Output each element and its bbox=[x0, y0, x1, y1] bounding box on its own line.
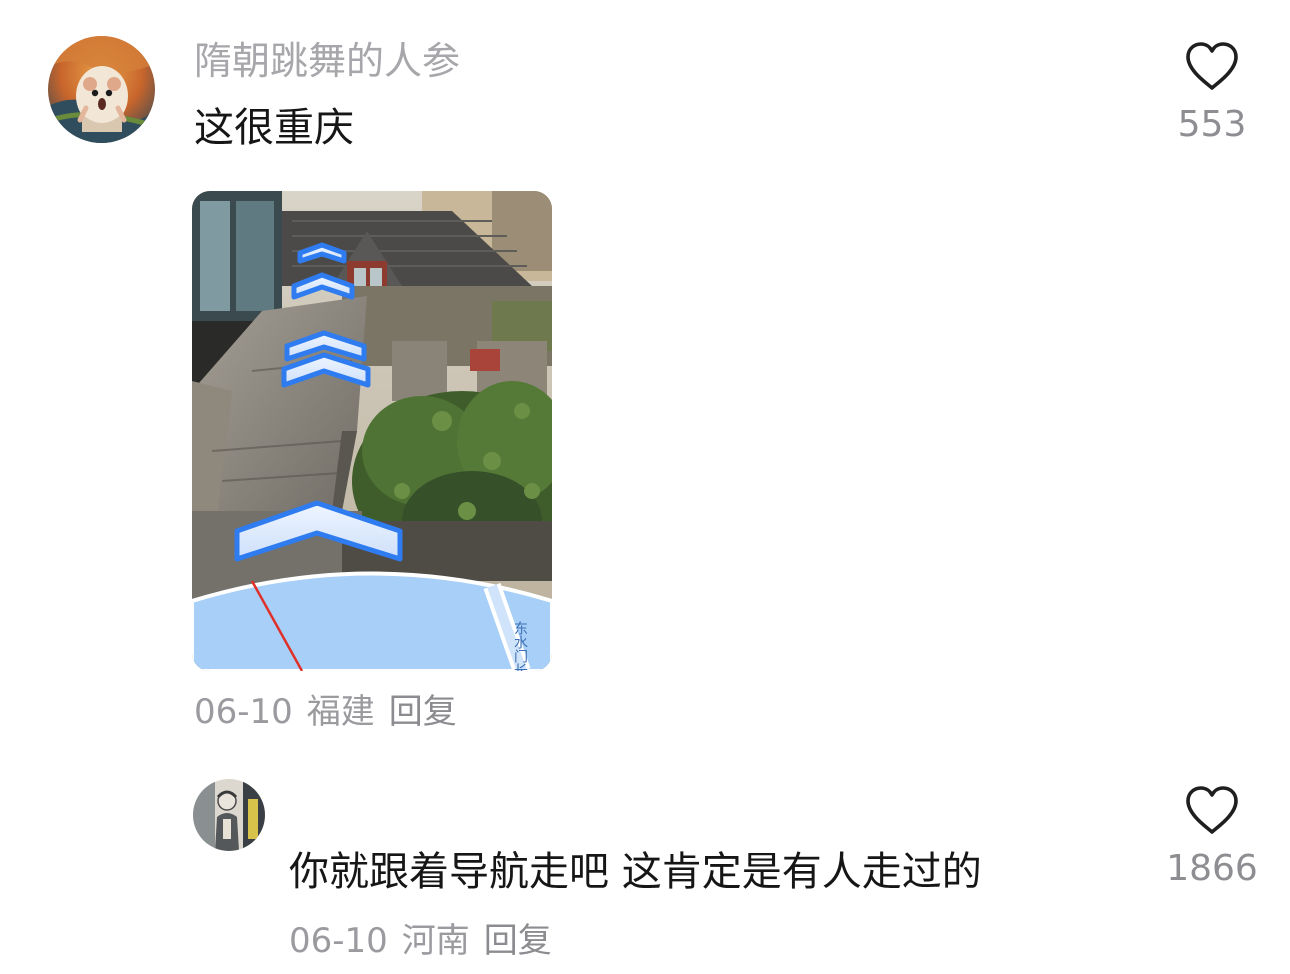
comment-date: 06-10 bbox=[194, 692, 293, 732]
heart-icon bbox=[1186, 42, 1238, 90]
comment-meta: 06-10 河南 回复 bbox=[289, 919, 566, 963]
like-button[interactable]: 553 bbox=[1157, 40, 1267, 148]
hamster-scream-avatar-icon bbox=[48, 36, 155, 143]
comment-text: 你就跟着导航走吧 这肯定是有人走过的 bbox=[289, 849, 982, 895]
comment-location: 河南 bbox=[401, 921, 470, 961]
username[interactable]: 隋朝跳舞的人参 bbox=[194, 36, 460, 86]
illustrated-person-avatar-icon bbox=[193, 779, 265, 851]
like-button[interactable]: 1866 bbox=[1157, 784, 1267, 892]
map-street-label: 东水门长江 bbox=[512, 621, 528, 671]
comment-date: 06-10 bbox=[289, 921, 388, 961]
user-avatar[interactable] bbox=[48, 36, 155, 143]
comment-text: 这很重庆 bbox=[194, 105, 354, 151]
user-avatar[interactable] bbox=[193, 779, 265, 851]
comment-meta: 06-10 福建 回复 bbox=[194, 690, 471, 734]
reply-button[interactable]: 回复 bbox=[484, 921, 552, 961]
ar-navigation-photo-icon: 东水门长江 bbox=[192, 191, 552, 671]
like-count: 1866 bbox=[1166, 848, 1258, 889]
heart-icon bbox=[1186, 786, 1238, 834]
comment-image[interactable]: 东水门长江 bbox=[192, 191, 552, 671]
reply-button[interactable]: 回复 bbox=[389, 692, 457, 732]
comment-thread: 隋朝跳舞的人参 这很重庆 553 东水门长江 06-10 福建 回复 你就跟着导… bbox=[0, 0, 1290, 974]
comment-location: 福建 bbox=[306, 692, 375, 732]
like-count: 553 bbox=[1177, 104, 1247, 145]
